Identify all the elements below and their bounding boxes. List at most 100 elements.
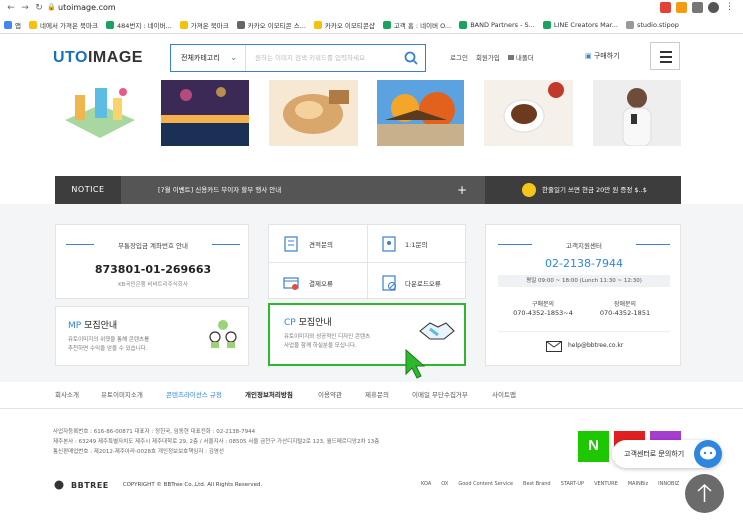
thumbnail-food[interactable] (269, 80, 358, 146)
thumbnail-night-city[interactable] (161, 80, 249, 146)
forward-icon[interactable]: → (20, 3, 30, 13)
naver-blog-button[interactable]: N (578, 431, 609, 462)
mp-recruit-card[interactable]: MP 모집안내 유토이미지의 위젯을 통해 콘텐츠를 추천하면 수익을 얻을 수… (55, 306, 249, 366)
cp-recruit-card[interactable]: CP 모집안내 유토이미지와 성공적인 디자인 콘텐츠 사업을 함께 하실분을 … (268, 303, 466, 366)
handshake-icon (419, 322, 455, 340)
back-icon[interactable]: ← (6, 3, 16, 13)
bookmark-item[interactable]: 앱 (4, 20, 21, 30)
login-link[interactable]: 로그인 (450, 52, 468, 62)
footer-link-terms[interactable]: 이용약관 (318, 382, 342, 409)
payment-error-label: 결제오류 (309, 280, 333, 288)
reload-icon[interactable]: ↻ (34, 3, 44, 13)
bookmark-label: 카카오 이모티콘샵 (324, 22, 375, 30)
thumbnail-palace-autumn[interactable] (377, 80, 464, 146)
thumbnail-isometric-city[interactable] (55, 80, 146, 146)
certification-logo: VENTURE (594, 481, 618, 487)
plus-icon[interactable]: + (457, 176, 467, 204)
scroll-to-top-button[interactable] (685, 474, 724, 513)
signup-link[interactable]: 회원가입 (476, 52, 500, 62)
search-input[interactable]: 원하는 이미지 검색 키워드를 입력하세요 (255, 45, 365, 71)
notice-text[interactable]: [7월 이벤트] 신용카드 무이자 할부 행사 안내 (158, 176, 281, 204)
lock-icon: 🔒 (47, 3, 56, 11)
extension-icon[interactable] (660, 2, 671, 13)
footer-link-license[interactable]: 콘텐츠라이선스 규정 (166, 382, 222, 409)
browser-chrome: ← → ↻ 🔒 utoimage.com ⋮ 앱 네에서 가져온 북마크 484번지… (0, 0, 743, 34)
footer-link-privacy[interactable]: 개인정보처리방침 (245, 382, 293, 409)
document-icon (382, 236, 396, 252)
support-email[interactable]: help@bbtree.co.kr (568, 342, 623, 349)
my-folder-label: 내폴더 (515, 54, 534, 62)
bookmark-icon (459, 21, 468, 29)
download-error-label: 다운로드오류 (405, 280, 441, 288)
bookmark-label: LINE Creators Mar... (553, 21, 618, 29)
footer-link-partnership[interactable]: 제휴문의 (365, 382, 389, 409)
footer-link-company[interactable]: 회사소개 (55, 382, 79, 409)
bookmark-label: 앱 (15, 22, 21, 30)
one-on-one-link[interactable]: 1:1문의 (381, 236, 427, 252)
bookmark-item[interactable]: 카카오 이모티콘샵 (313, 20, 375, 30)
service-grid: 견적문의 1:1문의 결제오류 다운로드오류 (268, 224, 467, 300)
cp-title: CP 모집안내 (284, 315, 332, 328)
category-select[interactable]: 전체카테고리 ⌄ (171, 45, 246, 71)
certification-logo: OX (441, 481, 449, 487)
cursor-arrow-icon (405, 348, 426, 379)
account-bank: KB국민은행 비비트리주식회사 (118, 282, 188, 288)
bookmark-item[interactable]: LINE Creators Mar... (542, 21, 618, 29)
bookmark-item[interactable]: BAND Partners - S... (459, 21, 535, 29)
puzzle-icon[interactable] (692, 2, 703, 13)
extension-icons: ⋮ (660, 2, 735, 13)
footer-link-about[interactable]: 유토이미지소개 (101, 382, 143, 409)
account-number: 873801-01-269663 (94, 263, 212, 276)
company-info-3: 통신판매업번호 : 제2012-제주아라-0028호 개인정보보호책임자 : 김… (53, 449, 224, 455)
bookmark-item[interactable]: studio.stipop (625, 21, 679, 29)
bookmark-icon (28, 21, 37, 29)
notice-label: NOTICE (55, 176, 121, 204)
footer-link-email-policy[interactable]: 이메일 무단수집거부 (412, 382, 468, 409)
bookmark-label: 카카오 이모티콘 스... (247, 22, 306, 30)
bookmark-label: 네에서 가져온 북마크 (39, 22, 98, 30)
calculator-icon (284, 236, 298, 252)
chat-bubble-icon (694, 440, 722, 468)
card-error-icon (283, 277, 299, 290)
hamburger-menu-button[interactable] (650, 42, 680, 70)
logo-part-image: IMAGE (87, 49, 143, 66)
address-bar[interactable]: utoimage.com (58, 3, 116, 12)
thumbnail-coffee[interactable] (484, 80, 573, 146)
chevron-down-icon: ⌄ (230, 53, 237, 62)
logo-part-uto: UTO (53, 49, 88, 66)
download-error-link[interactable]: 다운로드오류 (381, 275, 441, 291)
extension-icon[interactable] (676, 2, 687, 13)
certification-logo: Good Content Service (458, 481, 514, 487)
one-on-one-label: 1:1문의 (405, 241, 428, 249)
certification-logo: INNOBIZ (658, 481, 680, 487)
support-title: 고객지원센터 (566, 242, 602, 250)
folder-icon (507, 55, 514, 60)
thumbnail-woman-phone[interactable] (593, 80, 681, 147)
company-info-2: 제주본사 : 63249 제주특별자치도 제주시 제주대학로 29, 2층 / … (53, 439, 380, 445)
search-bar: 전체카테고리 ⌄ 원하는 이미지 검색 키워드를 입력하세요 (170, 44, 426, 72)
quote-inquiry-link[interactable]: 견적문의 (283, 236, 333, 252)
search-icon[interactable] (404, 51, 418, 65)
buy-link[interactable]: ▣ 구매하기 (585, 51, 620, 61)
chat-support-button[interactable]: 고객센터로 문의하기 (612, 440, 722, 468)
bookmark-item[interactable]: 카카오 이모티콘 스... (236, 20, 306, 30)
bookmark-item[interactable]: 484번지 : 네이버... (105, 20, 172, 30)
profile-avatar[interactable] (708, 2, 719, 13)
kebab-menu-icon[interactable]: ⋮ (724, 2, 735, 13)
mp-desc-2: 추천하면 수익을 얻을 수 있습니다. (68, 346, 148, 352)
footer-brand: BBTREE COPYRIGHT © BBTree Co.,Ltd. All R… (53, 480, 262, 490)
error-inquiry-label: 장애문의 (613, 301, 637, 308)
footer-link-sitemap[interactable]: 사이트맵 (492, 382, 516, 409)
error-inquiry-phone: 070-4352-1851 (599, 309, 651, 317)
bookmark-item[interactable]: 고객 홈 : 네이버 O... (382, 20, 451, 30)
cp-title-text: 모집안내 (295, 318, 332, 328)
header-links: 로그인 회원가입 내폴더 (450, 52, 534, 62)
bookmark-icon (179, 21, 188, 29)
promo-text: 한줄일기 쓰면 현금 20만 원 증정 $..$ (542, 186, 647, 194)
my-folder-link[interactable]: 내폴더 (507, 52, 534, 62)
site-logo[interactable]: UTOIMAGE (53, 49, 143, 67)
payment-error-link[interactable]: 결제오류 (283, 275, 333, 291)
promo-banner[interactable]: 한줄일기 쓰면 현금 20만 원 증정 $..$ (485, 176, 681, 204)
bookmark-item[interactable]: 가져온 북마크 (179, 20, 229, 30)
bookmark-item[interactable]: 네에서 가져온 북마크 (28, 20, 98, 30)
